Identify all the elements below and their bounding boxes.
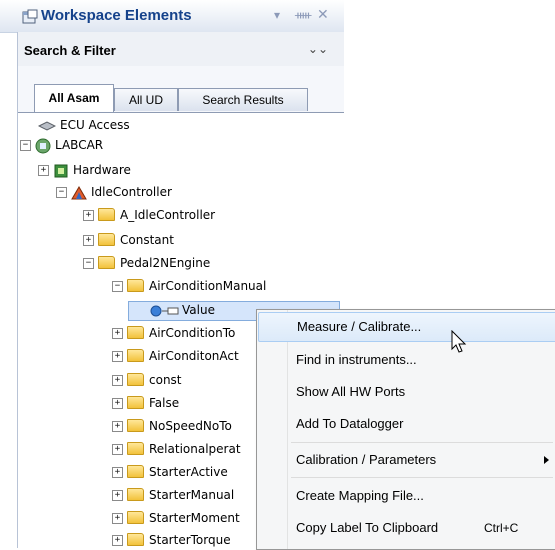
tree-item-airconditionmanual[interactable]: − AirConditionManual <box>112 276 266 296</box>
tree-item-a-idlecontroller[interactable]: + A_IdleController <box>83 205 215 225</box>
folder-icon <box>98 256 115 269</box>
tree-item-relationalperat[interactable]: + Relationalperat <box>112 439 241 459</box>
labcar-icon <box>35 138 51 153</box>
panel-titlebar: Workspace Elements ▾ ᚔ ✕ <box>0 0 344 33</box>
tree-item-airconditionto[interactable]: + AirConditionTo <box>112 323 235 343</box>
tab-all-asam[interactable]: All Asam <box>34 84 114 113</box>
model-icon <box>71 185 87 199</box>
folder-icon <box>127 442 144 455</box>
tab-search-results[interactable]: Search Results <box>178 88 308 111</box>
menu-item-calibration-parameters[interactable]: Calibration / Parameters <box>258 445 555 475</box>
tree-item-starteractive[interactable]: + StarterActive <box>112 462 228 482</box>
expand-icon[interactable]: + <box>112 328 123 339</box>
tree-item-startertorque[interactable]: + StarterTorque <box>112 530 231 550</box>
expand-icon[interactable]: + <box>38 165 49 176</box>
menu-item-create-mapping-file[interactable]: Create Mapping File... <box>258 481 555 511</box>
expand-icon[interactable]: + <box>112 421 123 432</box>
tree-item-nospeednoto[interactable]: + NoSpeedNoTo <box>112 416 232 436</box>
expand-icon[interactable]: + <box>112 467 123 478</box>
panel-title: Workspace Elements <box>41 7 192 24</box>
folder-icon <box>98 208 115 221</box>
menu-item-measure-calibrate[interactable]: Measure / Calibrate... <box>258 312 555 342</box>
panel-menu-icon[interactable]: ▾ <box>274 8 280 22</box>
collapse-icon[interactable]: − <box>20 140 31 151</box>
folder-icon <box>127 349 144 362</box>
expand-icon[interactable]: + <box>112 490 123 501</box>
hardware-icon <box>54 164 68 177</box>
ecu-access-icon <box>37 120 57 131</box>
collapse-icon[interactable]: − <box>112 281 123 292</box>
folder-icon <box>98 233 115 246</box>
collapse-icon[interactable]: − <box>83 258 94 269</box>
expand-icon[interactable]: + <box>112 444 123 455</box>
tree-item-idlecontroller[interactable]: − IdleController <box>56 182 172 202</box>
double-chevron-down-icon[interactable]: ⌄⌄ <box>308 42 328 56</box>
folder-icon <box>127 419 144 432</box>
search-filter-bar[interactable]: Search & Filter ⌄⌄ <box>18 32 344 67</box>
tree-item-pedal2nengine[interactable]: − Pedal2NEngine <box>83 253 210 273</box>
tab-all-ud[interactable]: All UD <box>114 88 178 111</box>
menu-separator <box>291 477 553 478</box>
folder-icon <box>127 511 144 524</box>
folder-icon <box>127 373 144 386</box>
tree-item-ecu-access[interactable]: ECU Access <box>37 115 130 135</box>
value-icon <box>150 305 179 316</box>
menu-item-copy-label-to-clipboard[interactable]: Copy Label To Clipboard Ctrl+C <box>258 513 555 543</box>
context-menu: Measure / Calibrate... Find in instrumen… <box>256 309 555 550</box>
expand-icon[interactable]: + <box>112 513 123 524</box>
tree-item-value[interactable]: Value <box>150 300 215 320</box>
submenu-arrow-icon <box>544 456 549 464</box>
folder-icon <box>127 533 144 546</box>
tree-item-const[interactable]: + const <box>112 370 182 390</box>
shortcut-label: Ctrl+C <box>484 521 519 535</box>
folder-icon <box>127 488 144 501</box>
tree-item-airconditonact[interactable]: + AirConditonAct <box>112 346 239 366</box>
mouse-pointer-icon <box>451 330 467 353</box>
folder-icon <box>127 279 144 292</box>
tree-item-labcar[interactable]: − LABCAR <box>20 135 103 155</box>
tree-item-false[interactable]: + False <box>112 393 179 413</box>
expand-icon[interactable]: + <box>112 351 123 362</box>
tree-item-constant[interactable]: + Constant <box>83 230 174 250</box>
expand-icon[interactable]: + <box>83 210 94 221</box>
tree-item-hardware[interactable]: + Hardware <box>38 160 131 180</box>
tree-item-startermoment[interactable]: + StarterMoment <box>112 508 240 528</box>
expand-icon[interactable]: + <box>112 535 123 546</box>
search-filter-label: Search & Filter <box>24 43 116 58</box>
folder-icon <box>127 326 144 339</box>
tab-strip: All Asam All UD Search Results <box>18 66 344 113</box>
close-icon[interactable]: ✕ <box>317 6 329 23</box>
folder-icon <box>127 465 144 478</box>
menu-item-show-all-hw-ports[interactable]: Show All HW Ports <box>258 377 555 407</box>
expand-icon[interactable]: + <box>83 235 94 246</box>
pin-icon[interactable]: ᚔ <box>295 8 311 22</box>
collapse-icon[interactable]: − <box>56 187 67 198</box>
workspace-icon <box>22 9 38 24</box>
menu-item-add-to-datalogger[interactable]: Add To Datalogger <box>258 409 555 439</box>
tree-item-startermanual[interactable]: + StarterManual <box>112 485 234 505</box>
expand-icon[interactable]: + <box>112 398 123 409</box>
expand-icon[interactable]: + <box>112 375 123 386</box>
menu-item-find-in-instruments[interactable]: Find in instruments... <box>258 345 555 375</box>
menu-separator <box>291 442 553 443</box>
folder-icon <box>127 396 144 409</box>
